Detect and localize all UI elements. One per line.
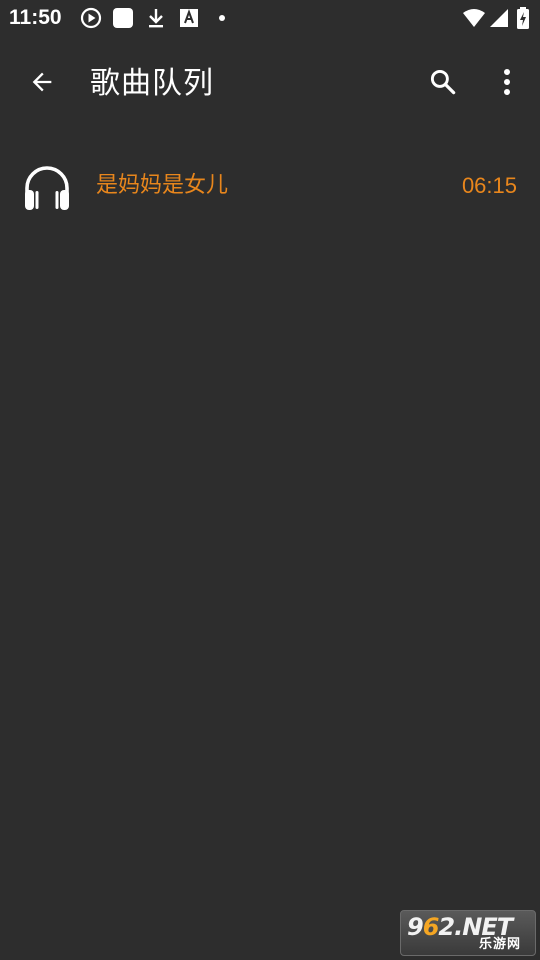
status-bar: 11:50: [0, 0, 540, 36]
status-time: 11:50: [9, 6, 62, 29]
watermark-logo: 962.NET 乐游网: [400, 910, 536, 956]
download-icon: [146, 7, 166, 29]
wifi-icon: [462, 7, 486, 29]
more-vert-icon: [502, 68, 512, 100]
headphones-icon: [22, 162, 72, 212]
arrow-back-icon: [28, 68, 56, 100]
square-notification-icon: [112, 7, 134, 29]
screen: 11:50 歌曲队列 是妈妈是女儿 06:15 962.NET 乐游网: [0, 0, 540, 960]
watermark-digit: 2: [438, 913, 455, 941]
watermark-subtext: 乐游网: [479, 937, 522, 952]
watermark-digit: 9: [407, 913, 424, 941]
search-icon: [428, 67, 458, 101]
song-title: 是妈妈是女儿: [96, 173, 229, 198]
song-queue-list: 是妈妈是女儿 06:15: [0, 140, 540, 232]
translate-a-icon: [179, 7, 199, 29]
dot-icon: [217, 7, 227, 29]
more-options-button[interactable]: [483, 60, 531, 108]
page-title: 歌曲队列: [90, 66, 214, 101]
watermark-digit: 6: [422, 913, 440, 941]
list-item[interactable]: 是妈妈是女儿 06:15: [0, 140, 540, 232]
play-circle-icon: [80, 7, 102, 29]
song-duration: 06:15: [461, 173, 517, 198]
back-button[interactable]: [18, 60, 66, 108]
app-bar: 歌曲队列: [0, 36, 540, 132]
search-button[interactable]: [419, 60, 467, 108]
battery-charging-icon: [516, 7, 530, 29]
cellular-signal-icon: [488, 7, 510, 29]
